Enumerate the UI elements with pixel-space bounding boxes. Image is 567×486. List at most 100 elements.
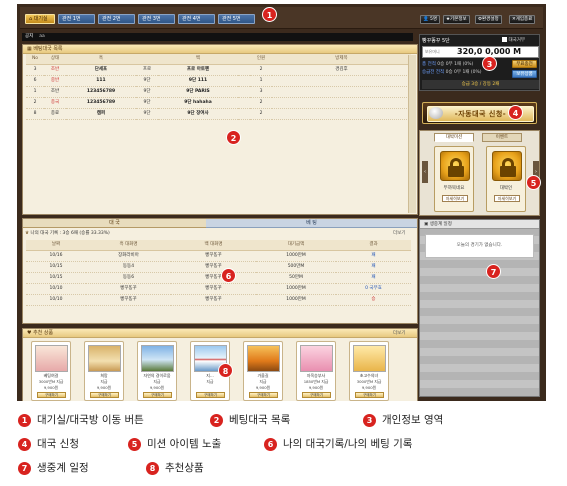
table-row[interactable]: 10/15 동동4 빵꾸똥꾸 500만M 패 — [26, 261, 411, 273]
callout-3: 3 — [482, 56, 497, 71]
buy-button[interactable]: 구매하기 — [355, 392, 384, 398]
legend-text: 나의 대국기록/나의 베팅 기록 — [283, 438, 413, 450]
product-card[interactable]: 가을길 지급 9,900원 구매하기 — [243, 341, 283, 401]
buy-button[interactable]: 구매하기 — [196, 392, 225, 398]
cell-no: 1 — [26, 86, 44, 98]
cell-people: 2 — [250, 64, 272, 76]
product-card[interactable]: 초고수의녀 3000만M 지급 9,900원 구매하기 — [349, 341, 389, 401]
schedule-header: ▣ 생중계 일정 — [420, 220, 539, 229]
cell-white-rank — [238, 97, 250, 109]
tab-games[interactable]: 대 국 — [23, 219, 206, 228]
settings-label: 환경설정 — [482, 17, 499, 22]
tab-watch-4[interactable]: 관전 4번 — [178, 14, 215, 24]
product-price: 9,900원 — [308, 385, 324, 390]
product-thumbnail — [353, 345, 386, 372]
checkbox-label: 대국거부 — [508, 38, 525, 43]
product-price: 9,900원 — [96, 385, 112, 390]
my-game-history: 대 국 베 팅 ♛ 나의 대국 기록 : 3승 6패 (승률 33.33%) 더… — [22, 218, 418, 324]
buy-button[interactable]: 구매하기 — [143, 392, 172, 398]
buy-button[interactable]: 구매하기 — [90, 392, 119, 398]
owned-items-button[interactable]: 보유상품 — [512, 70, 537, 78]
betting-table: No 상태 흑 백 인원 방제목 3 조반 단세포 프로 프로 아토펜 2 경김후 6 중반 11… — [26, 54, 411, 120]
free-charge-button[interactable]: 무료충전 — [512, 60, 537, 68]
tab-watch-2[interactable]: 관전 2번 — [98, 14, 135, 24]
cell-no: 2 — [26, 97, 44, 109]
cell-title — [272, 75, 411, 87]
cell-black-name: 빵꾸똥꾸 — [86, 294, 171, 306]
product-card[interactable]: 자연의 경이로움 지급 9,900원 구매하기 — [137, 341, 177, 401]
mission-detail-button[interactable]: 자세히보기 — [494, 195, 520, 202]
mission-items-panel: 대박미션 이벤트 ‹ › 뚜까묵네요 자세히보기 대박인 자세히보기 — [419, 130, 540, 216]
info-button[interactable]: ★기본정보 — [443, 15, 470, 24]
cell-amount: 50만M — [256, 272, 336, 284]
users-button[interactable]: 👤 5명 — [420, 15, 441, 24]
tab-waiting-room[interactable]: ⌂ 대기실 — [25, 14, 55, 24]
product-card[interactable]: 희망 지급 9,900원 구매하기 — [84, 341, 124, 401]
cell-amount: 500만M — [256, 261, 336, 273]
cell-status: 조반 — [44, 64, 66, 76]
list-scrollbar[interactable] — [408, 55, 416, 213]
cell-white-rank — [238, 86, 250, 98]
history-more-link[interactable]: 더보기 — [393, 230, 405, 238]
recommend-header: ♥ 추천 상품 — [23, 329, 417, 338]
cell-date: 10/10 — [26, 294, 86, 306]
recommend-more-link[interactable]: 더보기 — [393, 330, 405, 337]
buy-button[interactable]: 구매하기 — [302, 392, 331, 398]
cell-black: 캠퍼 — [66, 108, 136, 120]
cell-result: 패 — [336, 261, 411, 273]
cell-no: 3 — [26, 64, 44, 76]
table-row[interactable]: 10/10 빵꾸똥꾸 빵꾸똥꾸 1000만M 승 — [26, 294, 411, 306]
tab-bets[interactable]: 베 팅 — [206, 219, 417, 228]
product-thumbnail — [88, 345, 121, 372]
mission-card[interactable]: 대박인 자세히보기 — [486, 146, 526, 212]
cell-title — [272, 108, 411, 120]
cell-white-rank — [238, 64, 250, 76]
mission-detail-button[interactable]: 자세히보기 — [442, 195, 468, 202]
col-black-name: 흑 대화명 — [86, 240, 171, 251]
history-table: 날짜 흑 대화명 백 대화명 대기금액 결과 10/16 장화라비아 빵꾸똥꾸 100… — [26, 240, 411, 306]
buy-button[interactable]: 구매하기 — [249, 392, 278, 398]
exit-button[interactable]: ✕게임종료 — [509, 15, 536, 24]
legend-item: 4 대국 신청 — [18, 437, 79, 451]
product-price: 9,900원 — [255, 385, 271, 390]
product-card[interactable]: 베팅여걸 3000만M 지급 9,900원 구매하기 — [31, 341, 71, 401]
tab-watch-3[interactable]: 관전 3번 — [138, 14, 175, 24]
tab-watch-1[interactable]: 관전 1번 — [58, 14, 95, 24]
table-row[interactable]: 3 조반 단세포 프로 프로 아토펜 2 경김후 — [26, 64, 411, 76]
cell-title — [272, 97, 411, 109]
prev-arrow-icon[interactable]: ‹ — [422, 161, 428, 183]
cell-white-name: 빵꾸똥꾸 — [171, 250, 256, 262]
tab-watch-5[interactable]: 관전 5번 — [218, 14, 255, 24]
refuse-checkbox[interactable]: 대국거부 — [502, 37, 539, 45]
table-row[interactable]: 2 종국 123456789 9단 9단 hahaha 2 — [26, 97, 411, 109]
cell-status: 종료 — [44, 108, 66, 120]
col-white: 백 — [158, 54, 238, 65]
cell-amount: 1000만M — [256, 283, 336, 295]
cell-white: 9단 장여사 — [158, 108, 238, 120]
cell-white: 9단 hahaha — [158, 97, 238, 109]
cell-date: 10/15 — [26, 261, 86, 273]
settings-button[interactable]: ⚙환경설정 — [475, 15, 502, 24]
table-row[interactable]: 1 조반 123456789 9단 9단 PARIS 3 — [26, 86, 411, 98]
tab-mission[interactable]: 대박미션 — [434, 133, 474, 142]
tab-event[interactable]: 이벤트 — [482, 133, 522, 142]
legend-number: 3 — [363, 414, 376, 427]
table-row[interactable]: 6 중반 111 9단 9단 111 1 — [26, 75, 411, 87]
buy-button[interactable]: 구매하기 — [37, 392, 66, 398]
product-price: 9,900원 — [43, 385, 59, 390]
cell-status: 조반 — [44, 86, 66, 98]
callout-6: 6 — [221, 268, 236, 283]
table-row[interactable]: 10/16 장화라비아 빵꾸똥꾸 1000만M 패 — [26, 250, 411, 262]
table-row[interactable]: 10/10 빵꾸똥꾸 빵꾸똥꾸 1000만M 0 국무효 — [26, 283, 411, 295]
product-thumbnail — [247, 345, 280, 372]
cell-date: 10/15 — [26, 272, 86, 284]
mission-card[interactable]: 뚜까묵네요 자세히보기 — [434, 146, 474, 212]
legend-text: 베팅대국 목록 — [229, 414, 291, 426]
record-label: 총 전적 — [422, 62, 436, 67]
table-row[interactable]: 8 종료 캠퍼 9단 9단 장여사 2 — [26, 108, 411, 120]
cell-date: 10/10 — [26, 283, 86, 295]
col-date: 날짜 — [26, 240, 86, 251]
cell-black: 단세포 — [66, 64, 136, 76]
product-card[interactable]: 자옥승부사 1850만M 지급 9,900원 구매하기 — [296, 341, 336, 401]
table-row[interactable]: 10/15 동동6 빵꾸똥꾸 50만M 패 — [26, 272, 411, 284]
